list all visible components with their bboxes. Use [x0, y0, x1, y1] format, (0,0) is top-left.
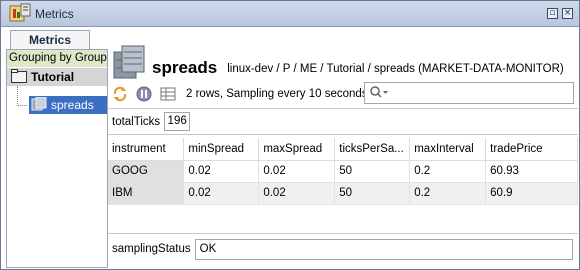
table-view-icon[interactable] [160, 86, 176, 102]
table-cell: IBM [108, 182, 185, 205]
tree-item-label: spreads [51, 98, 94, 112]
column-header-tradeprice[interactable]: tradePrice [485, 138, 578, 161]
total-ticks-value: 196 [164, 112, 191, 131]
table-cell: 0.02 [183, 160, 260, 183]
table-header-row: instrument minSpread maxSpread ticksPerS… [108, 138, 578, 161]
group-header: Grouping by Group [7, 50, 107, 67]
tree-item-tutorial[interactable]: Tutorial [7, 68, 107, 86]
total-ticks-label: totalTicks [112, 115, 161, 128]
table-cell: 0.02 [258, 160, 336, 183]
table-cell: 0.2 [409, 182, 487, 205]
sampling-status-row: samplingStatus OK [108, 234, 578, 264]
metrics-app-icon [9, 3, 31, 25]
column-header-maxspread[interactable]: maxSpread [258, 138, 336, 161]
table-cell: GOOG [108, 160, 185, 183]
table-cell: 60.9 [485, 182, 578, 205]
table-cell: 0.02 [258, 182, 336, 205]
metrics-window: Metrics ▫ × Metrics Grouping by Group Tu… [0, 0, 580, 270]
database-icon [112, 44, 146, 83]
title-bar[interactable]: Metrics ▫ × [1, 1, 579, 27]
close-button[interactable]: × [562, 8, 573, 19]
minimize-button[interactable]: ▫ [547, 8, 558, 19]
toolbar: 2 rows, Sampling every 10 seconds [112, 82, 578, 104]
tree-connector [17, 86, 18, 106]
search-input[interactable] [364, 82, 574, 104]
search-icon[interactable] [369, 85, 389, 102]
table-cell: 50 [334, 182, 411, 205]
breadcrumb: linux-dev / P / ME / Tutorial / spreads … [227, 63, 564, 75]
window-title: Metrics [35, 6, 74, 21]
table-cell: 0.02 [183, 182, 260, 205]
sampling-status-value: OK [194, 238, 573, 260]
database-icon [31, 96, 47, 114]
tree-connector-h [17, 105, 27, 106]
tab-metrics[interactable]: Metrics [10, 30, 90, 49]
metrics-table: instrument minSpread maxSpread ticksPerS… [108, 138, 578, 205]
sampling-status-text: 2 rows, Sampling every 10 seconds [186, 88, 368, 100]
table-empty-area [108, 206, 578, 234]
table-cell: 50 [334, 160, 411, 183]
total-ticks-row: totalTicks 196 [108, 108, 578, 135]
table-row[interactable]: GOOG 0.02 0.02 50 0.2 60.93 [108, 160, 578, 183]
refresh-icon[interactable] [112, 86, 128, 102]
group-tree-panel: Grouping by Group Tutorial spreads [6, 49, 108, 268]
folder-icon [11, 68, 27, 86]
tree-item-label: Tutorial [31, 70, 75, 84]
window-content: Metrics Grouping by Group Tutorial sprea… [2, 28, 578, 268]
table-row[interactable]: IBM 0.02 0.02 50 0.2 60.9 [108, 182, 578, 205]
page-title: spreads [152, 58, 218, 77]
column-header-maxinterval[interactable]: maxInterval [409, 138, 487, 161]
table-cell: 0.2 [409, 160, 487, 183]
detail-panel: spreads linux-dev / P / ME / Tutorial / … [108, 28, 578, 268]
column-header-instrument[interactable]: instrument [108, 138, 185, 161]
column-header-tickspersample[interactable]: ticksPerSa... [334, 138, 411, 161]
pause-icon[interactable] [136, 86, 152, 102]
table-cell: 60.93 [485, 160, 578, 183]
sampling-status-label: samplingStatus [112, 243, 191, 255]
tree-item-spreads[interactable]: spreads [29, 96, 107, 114]
detail-header: spreads linux-dev / P / ME / Tutorial / … [108, 44, 578, 84]
column-header-minspread[interactable]: minSpread [183, 138, 260, 161]
